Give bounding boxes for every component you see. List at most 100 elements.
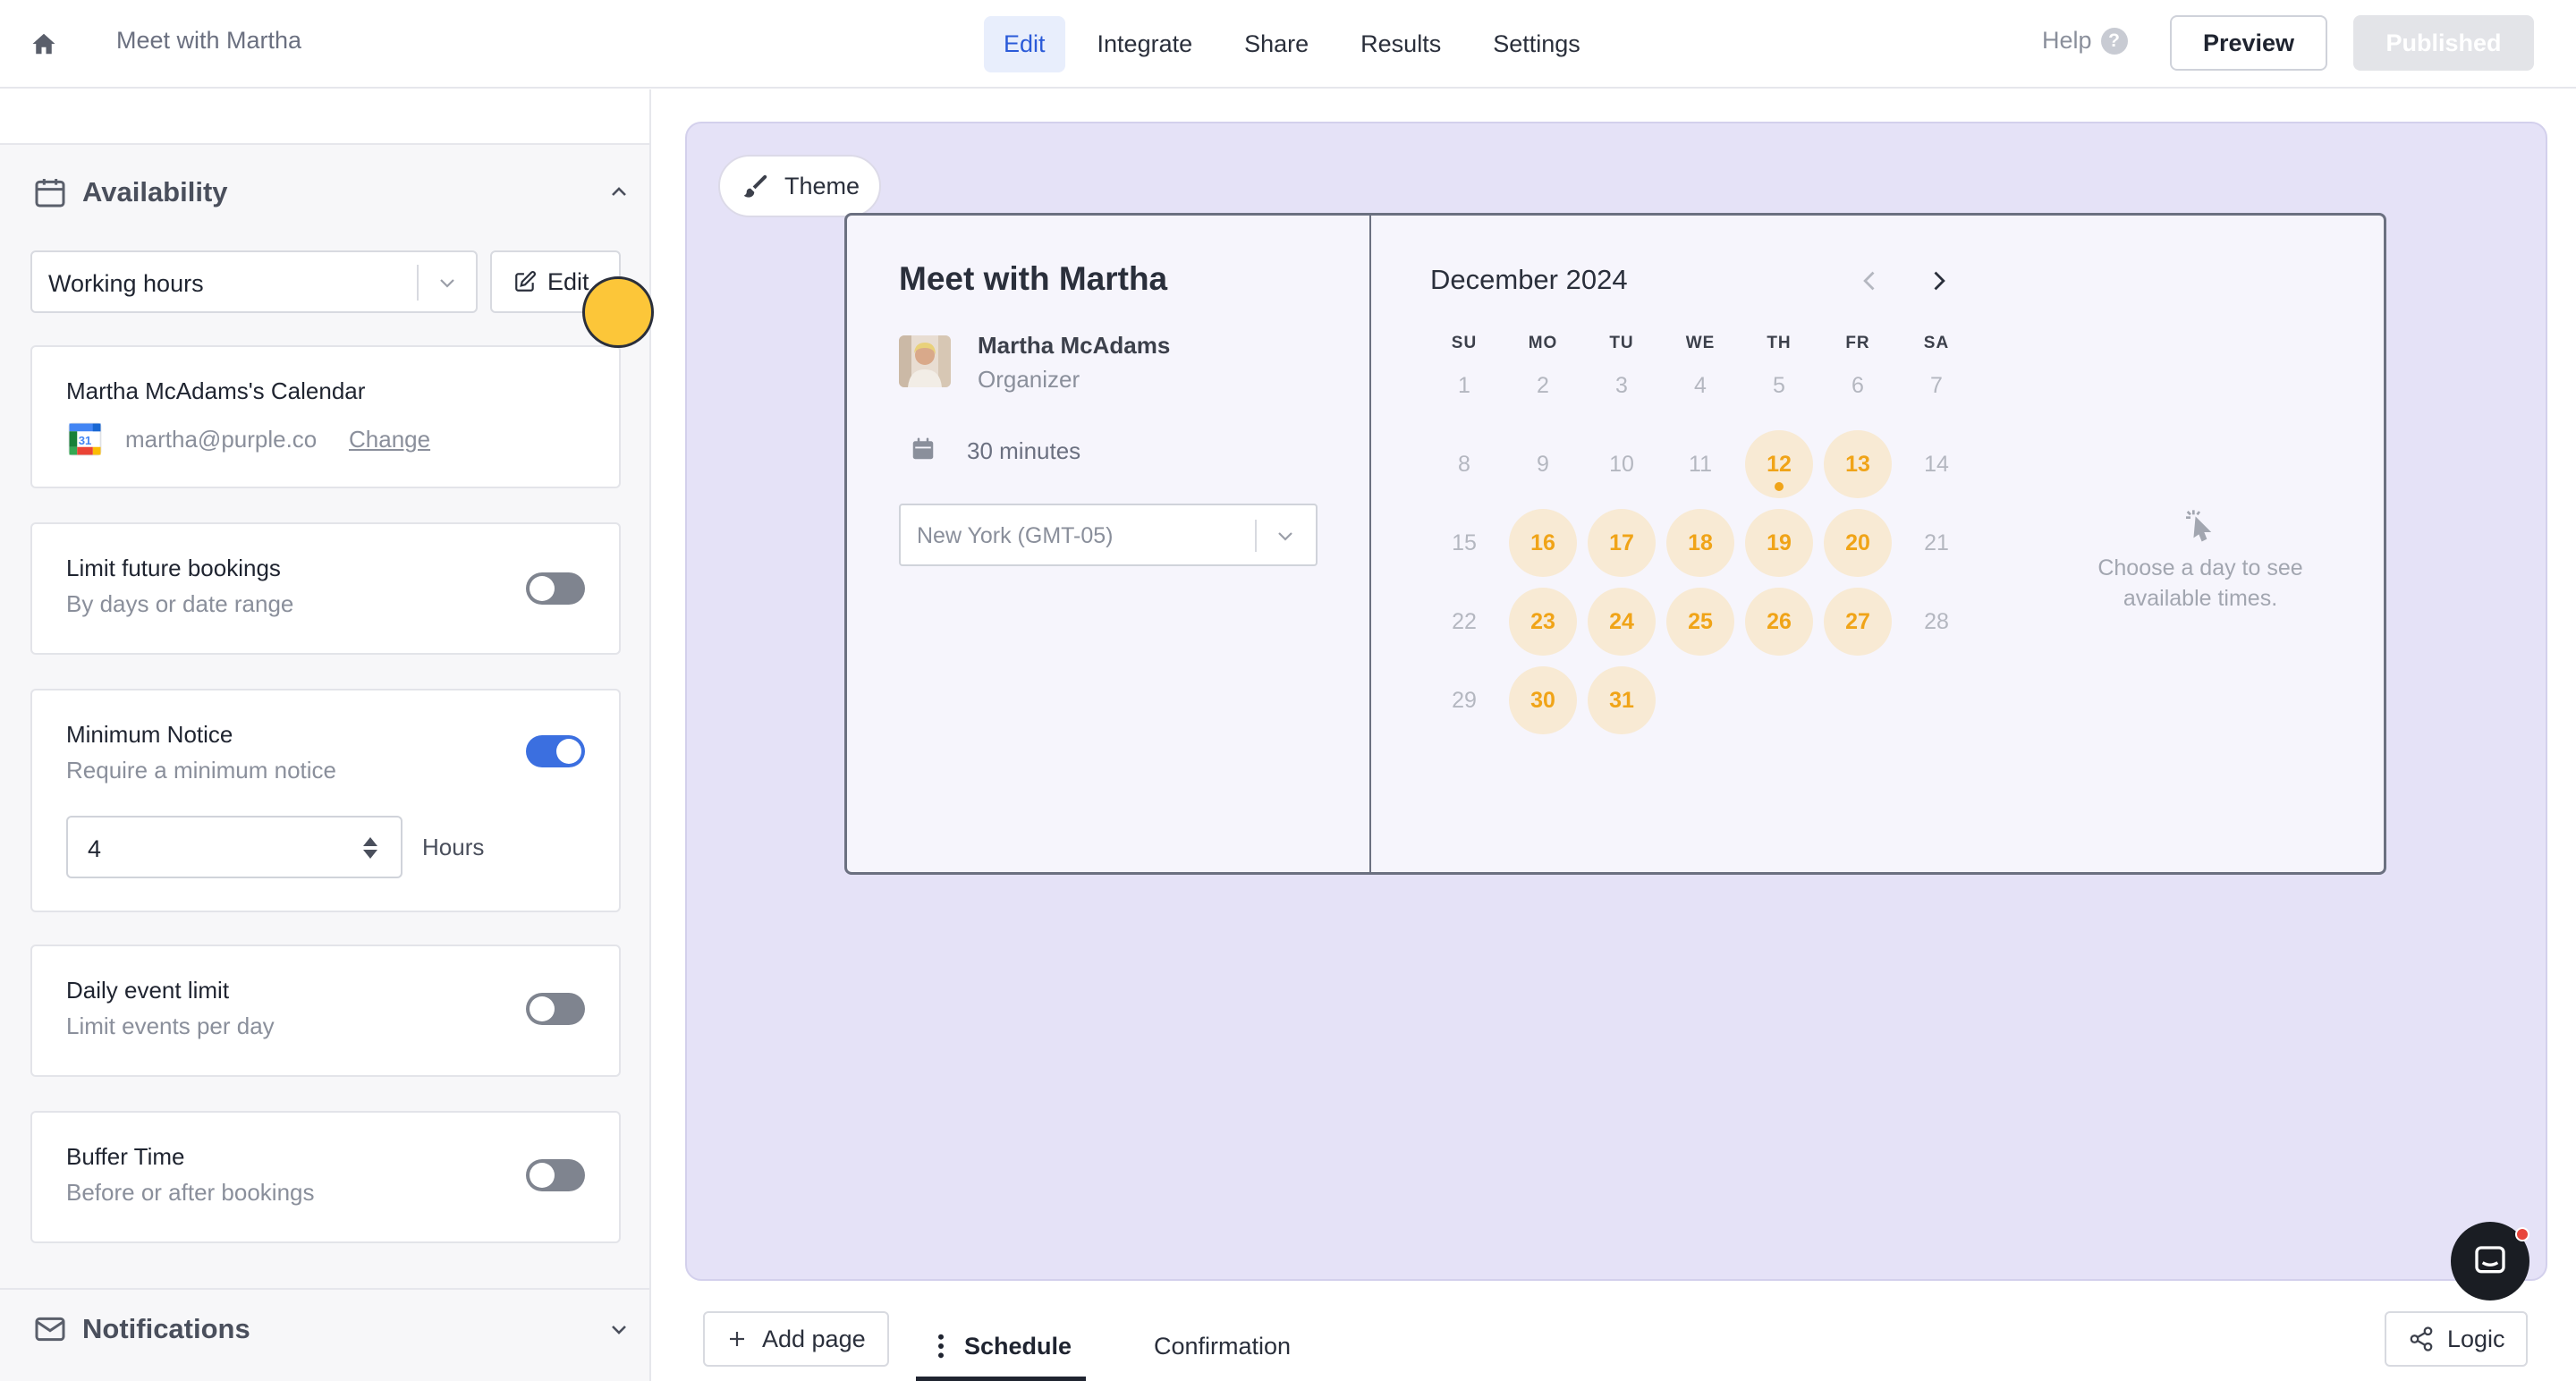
day-number: 16 <box>1530 530 1555 555</box>
calendar-day: 15 <box>1430 509 1498 577</box>
minimum-notice-card: Minimum Notice Require a minimum notice … <box>30 689 621 912</box>
availability-section-header[interactable]: Availability <box>0 152 649 233</box>
notifications-section-header[interactable]: Notifications <box>0 1288 649 1368</box>
day-number: 1 <box>1458 372 1470 398</box>
weekday-label: FR <box>1845 334 1870 352</box>
calendar-day: 5 <box>1745 352 1813 419</box>
weekday-label: TH <box>1767 334 1792 352</box>
chevron-down-icon[interactable] <box>608 1318 630 1340</box>
calendar-owner-label: Martha McAdams's Calendar <box>66 377 366 404</box>
tab-results[interactable]: Results <box>1341 16 1461 72</box>
page-tab-label: Schedule <box>964 1332 1072 1360</box>
chevron-left-icon[interactable] <box>1858 266 1883 296</box>
day-number: 18 <box>1688 530 1713 555</box>
limit-future-toggle[interactable] <box>526 572 585 605</box>
day-number: 28 <box>1924 608 1949 634</box>
preview-button[interactable]: Preview <box>2170 15 2327 71</box>
toggle-knob <box>530 996 555 1021</box>
change-calendar-link[interactable]: Change <box>349 426 430 453</box>
calendar-day-available[interactable]: 13 <box>1824 430 1892 498</box>
add-page-button[interactable]: Add page <box>703 1311 889 1367</box>
calendar-day-available[interactable]: 31 <box>1588 666 1656 734</box>
minimum-notice-input[interactable]: 4 <box>66 816 402 878</box>
availability-schedule-select[interactable]: Working hours <box>30 250 478 313</box>
limit-future-bookings-card: Limit future bookings By days or date ra… <box>30 522 621 655</box>
cursor-indicator <box>582 276 654 348</box>
help-link[interactable]: Help ? <box>2042 27 2128 55</box>
main-nav: Edit Integrate Share Results Settings <box>984 16 1600 72</box>
day-number: 5 <box>1773 372 1785 398</box>
calendar-day: 3 <box>1588 352 1656 419</box>
form-title: Meet with Martha <box>116 27 302 54</box>
calendar-icon <box>912 437 934 460</box>
calendar-day-available[interactable]: 30 <box>1509 666 1577 734</box>
calendar-day-available[interactable]: 16 <box>1509 509 1577 577</box>
minimum-notice-title: Minimum Notice <box>66 721 233 748</box>
calendar-day: 1 <box>1430 352 1498 419</box>
calendar-day: 14 <box>1902 430 1970 498</box>
chevron-right-icon[interactable] <box>1926 266 1951 296</box>
theme-button[interactable]: Theme <box>718 155 881 217</box>
stepper-icon[interactable] <box>360 834 381 862</box>
weekday-label: WE <box>1685 334 1716 352</box>
page-tab-confirmation[interactable]: Confirmation <box>1154 1311 1291 1381</box>
add-page-label: Add page <box>762 1325 866 1352</box>
limit-future-title: Limit future bookings <box>66 555 281 581</box>
tab-integrate[interactable]: Integrate <box>1078 16 1213 72</box>
tab-settings[interactable]: Settings <box>1473 16 1600 72</box>
calendar-day-available[interactable]: 25 <box>1666 588 1734 656</box>
minimum-notice-toggle[interactable] <box>526 735 585 767</box>
calendar-day-available[interactable]: 19 <box>1745 509 1813 577</box>
toggle-knob <box>530 576 555 601</box>
calendar-day-available[interactable]: 26 <box>1745 588 1813 656</box>
buffer-time-toggle[interactable] <box>526 1159 585 1191</box>
weekday-label: TU <box>1609 334 1634 352</box>
day-number: 27 <box>1845 608 1870 634</box>
click-pointer-icon <box>2186 510 2212 542</box>
page-tab-schedule[interactable]: Schedule <box>916 1311 1086 1381</box>
calendar-day-available[interactable]: 12 <box>1745 430 1813 498</box>
day-number: 26 <box>1767 608 1792 634</box>
tab-edit[interactable]: Edit <box>984 16 1065 72</box>
calendar-day: 10 <box>1588 430 1656 498</box>
day-number: 7 <box>1930 372 1943 398</box>
published-button[interactable]: Published <box>2353 15 2534 71</box>
calendar-day-available[interactable]: 18 <box>1666 509 1734 577</box>
tab-share[interactable]: Share <box>1224 16 1328 72</box>
day-number: 30 <box>1530 687 1555 713</box>
edit-label: Edit <box>547 267 589 295</box>
calendar-day: 7 <box>1902 352 1970 419</box>
drag-handle-icon[interactable] <box>936 1333 946 1360</box>
settings-sidebar: Availability Working hours Edit Martha M… <box>0 89 651 1381</box>
calendar-email: martha@purple.co <box>125 426 318 453</box>
notifications-title: Notifications <box>82 1313 250 1344</box>
buffer-time-subtitle: Before or after bookings <box>66 1179 315 1206</box>
calendar-day: 6 <box>1824 352 1892 419</box>
toggle-knob <box>556 739 581 764</box>
buffer-time-card: Buffer Time Before or after bookings <box>30 1111 621 1243</box>
mail-icon <box>35 1317 65 1342</box>
calendar-day-available[interactable]: 24 <box>1588 588 1656 656</box>
day-number: 9 <box>1537 451 1549 477</box>
select-divider <box>1255 520 1257 552</box>
plus-icon <box>730 1332 744 1346</box>
calendar-day-available[interactable]: 20 <box>1824 509 1892 577</box>
calendar-day-available[interactable]: 27 <box>1824 588 1892 656</box>
day-number: 22 <box>1452 608 1477 634</box>
sidebar-top-strip <box>0 89 649 145</box>
svg-text:31: 31 <box>79 434 92 447</box>
timezone-select[interactable]: New York (GMT-05) <box>899 504 1318 566</box>
home-icon[interactable] <box>30 30 57 57</box>
calendar-day-available[interactable]: 23 <box>1509 588 1577 656</box>
avatar <box>899 335 951 387</box>
day-number: 19 <box>1767 530 1792 555</box>
daily-limit-toggle[interactable] <box>526 993 585 1025</box>
scheduling-widget: Meet with Martha Martha McAdams Organize… <box>844 213 2386 875</box>
calendar-icon <box>35 179 65 208</box>
calendar-day-available[interactable]: 17 <box>1588 509 1656 577</box>
day-number: 25 <box>1688 608 1713 634</box>
chevron-up-icon[interactable] <box>608 182 630 203</box>
calendar-day: 28 <box>1902 588 1970 656</box>
logic-button[interactable]: Logic <box>2385 1311 2528 1367</box>
widget-divider <box>1369 216 1371 872</box>
